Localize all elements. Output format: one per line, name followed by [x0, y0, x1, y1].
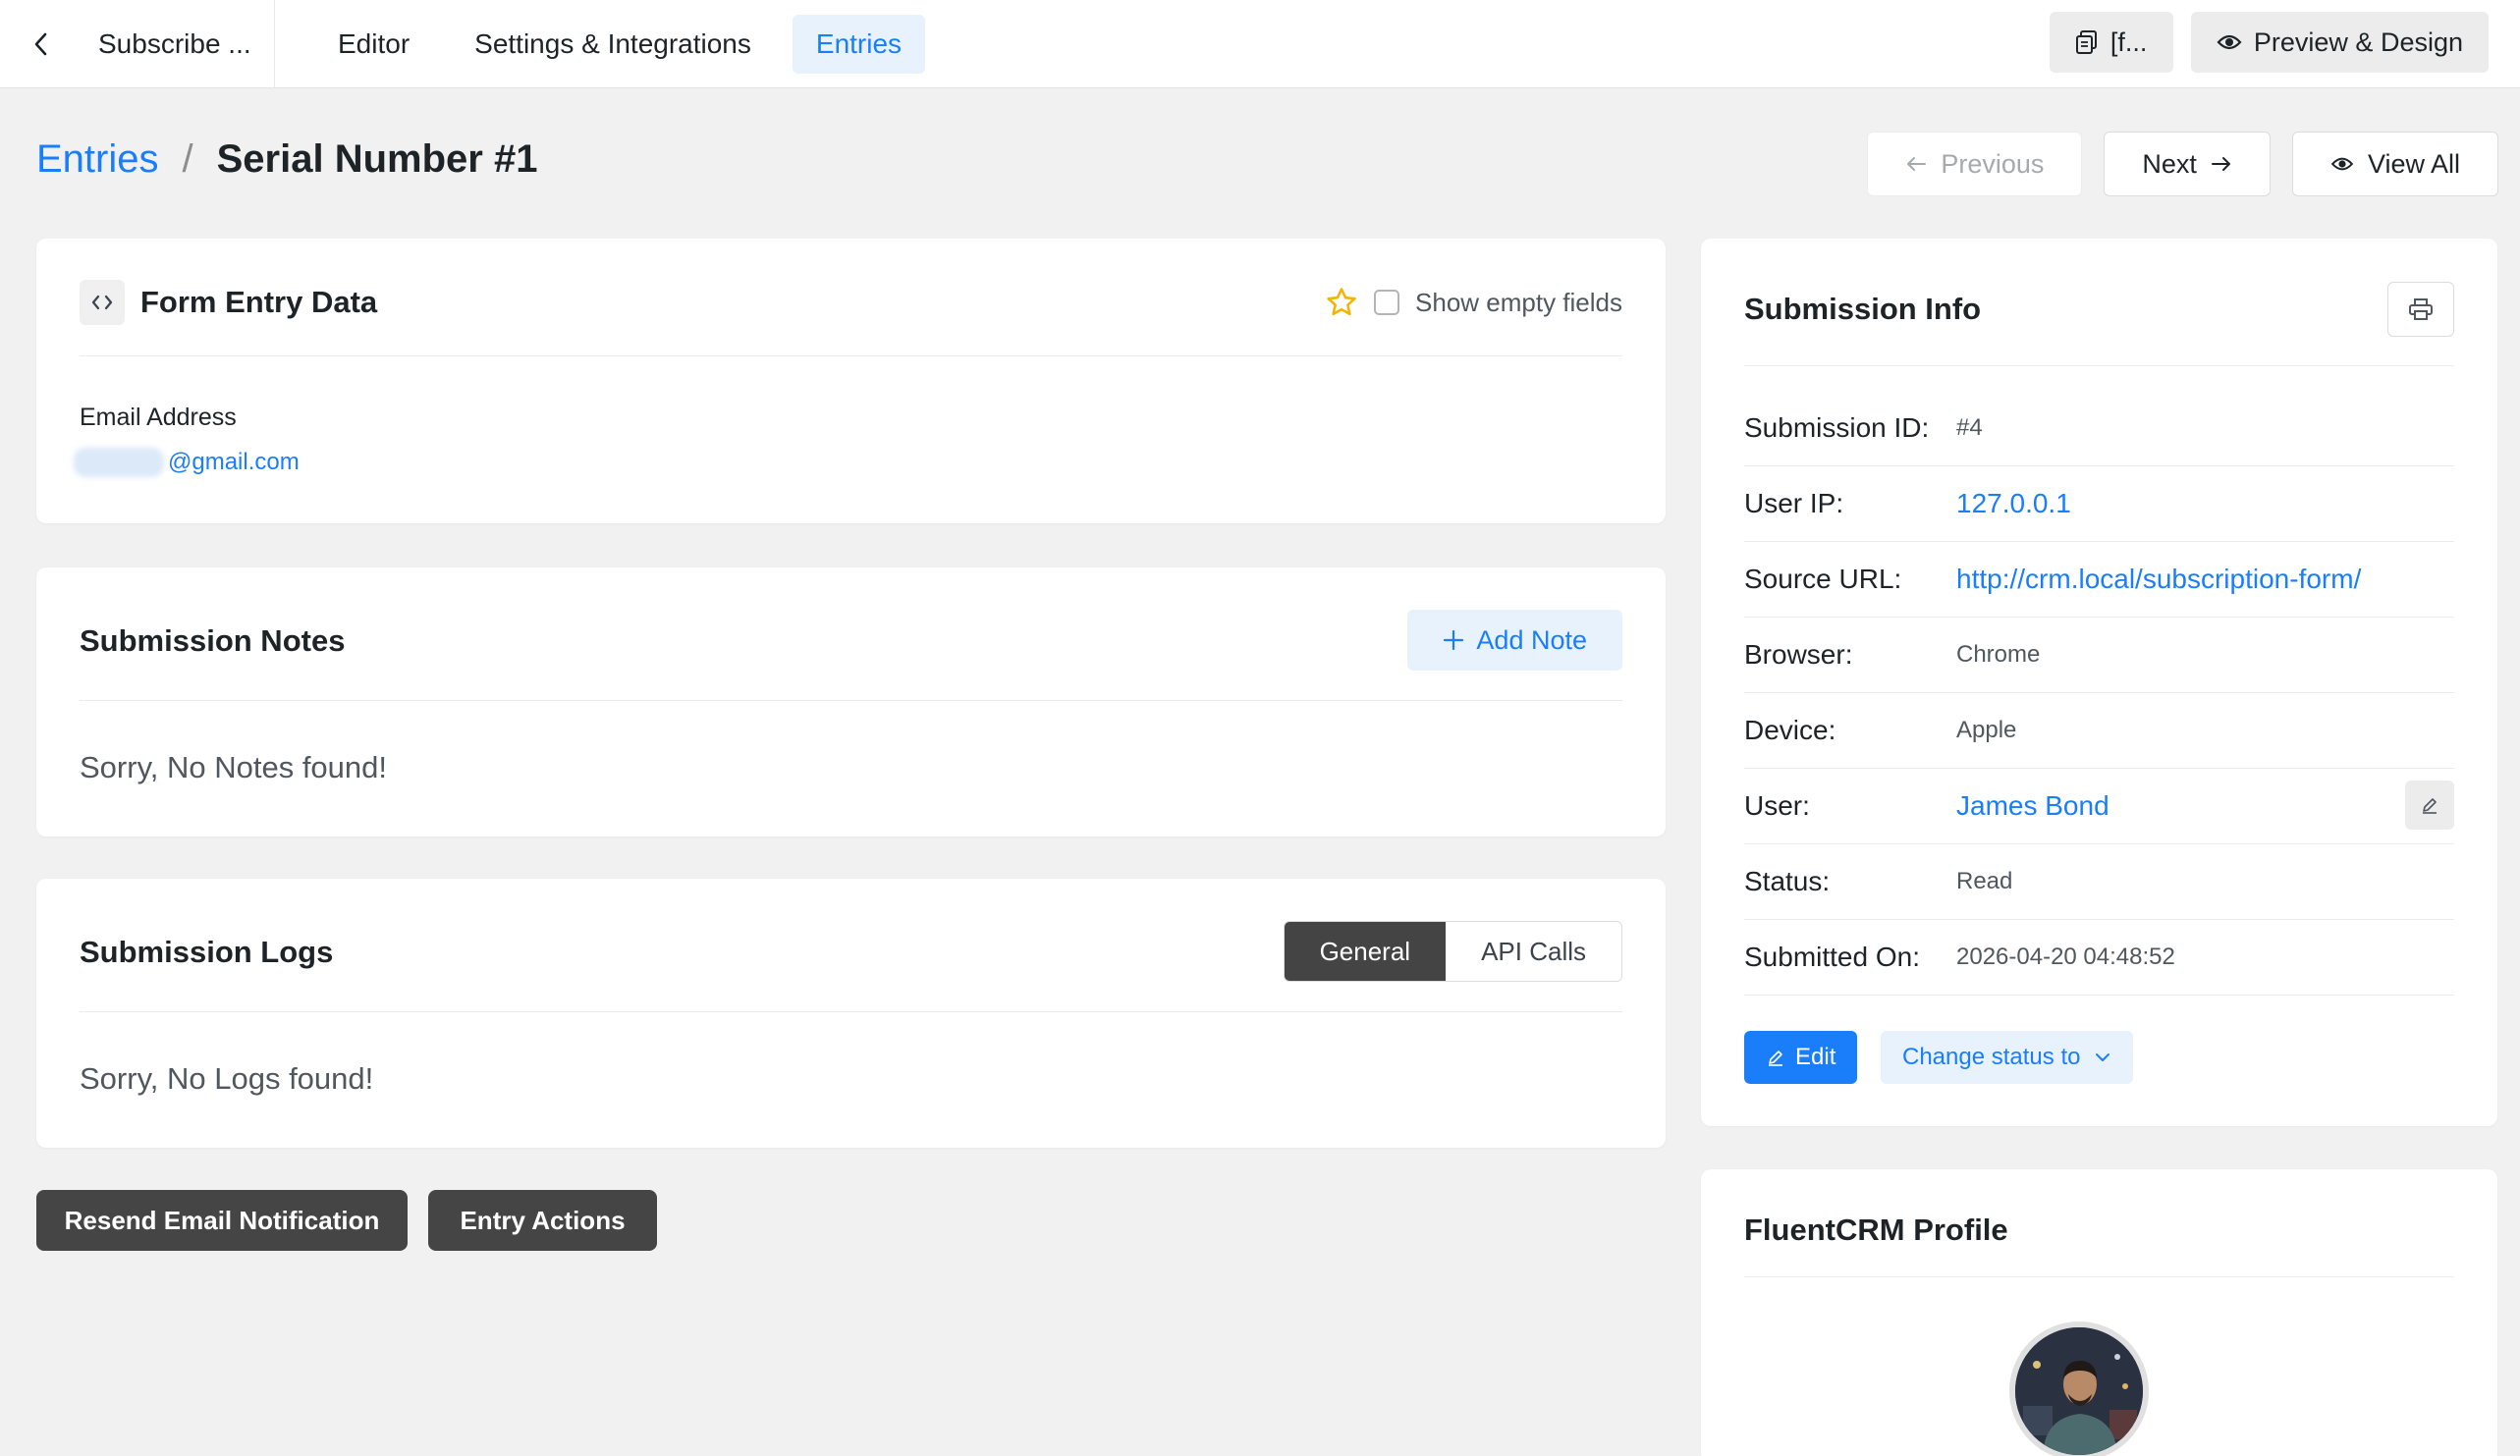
- code-icon: [80, 280, 125, 325]
- change-status-label: Change status to: [1902, 1044, 2081, 1070]
- submission-info-title: Submission Info: [1744, 292, 1982, 326]
- notes-empty-message: Sorry, No Notes found!: [80, 750, 388, 784]
- breadcrumb-entries-link[interactable]: Entries: [36, 137, 159, 182]
- tab-api-calls[interactable]: API Calls: [1446, 922, 1621, 981]
- star-icon[interactable]: [1325, 286, 1358, 319]
- form-entry-title: Form Entry Data: [140, 285, 378, 319]
- shortcode-label: [f...: [2109, 27, 2148, 57]
- pencil-icon: [2423, 798, 2437, 814]
- fluentcrm-profile-card: FluentCRM Profile: [1701, 1169, 2497, 1456]
- preview-design-label: Preview & Design: [2253, 27, 2463, 57]
- entry-pager: Previous Next View All: [1867, 132, 2498, 196]
- show-empty-checkbox[interactable]: [1374, 290, 1400, 315]
- edit-user-button[interactable]: [2405, 781, 2454, 830]
- top-right-actions: [f... Preview & Design: [2049, 12, 2489, 73]
- tab-editor[interactable]: Editor: [314, 15, 433, 74]
- logs-tab-switch: General API Calls: [1283, 921, 1622, 982]
- browser-value: Chrome: [1956, 641, 2041, 668]
- submission-logs-card: Submission Logs General API Calls Sorry,…: [36, 879, 1666, 1148]
- view-all-label: View All: [2367, 148, 2460, 179]
- fluentcrm-profile-title: FluentCRM Profile: [1744, 1213, 2008, 1247]
- info-row-browser: Browser: Chrome: [1744, 618, 2454, 693]
- info-row-device: Device: Apple: [1744, 693, 2454, 769]
- top-nav-bar: Subscribe ... Editor Settings & Integrat…: [0, 0, 2520, 88]
- user-ip-label: User IP:: [1744, 488, 1844, 518]
- email-value-link[interactable]: @gmail.com: [168, 449, 300, 476]
- user-label: User:: [1744, 790, 1810, 821]
- submitted-on-label: Submitted On:: [1744, 942, 1920, 972]
- avatar: [2009, 1321, 2149, 1456]
- tab-entries[interactable]: Entries: [792, 14, 926, 74]
- tab-settings-integrations[interactable]: Settings & Integrations: [451, 15, 775, 74]
- view-all-button[interactable]: View All: [2291, 132, 2498, 196]
- arrow-right-icon: [2211, 157, 2230, 171]
- device-label: Device:: [1744, 715, 1836, 745]
- info-row-user-ip: User IP: 127.0.0.1: [1744, 466, 2454, 542]
- info-row-user: User: James Bond: [1744, 769, 2454, 844]
- form-entry-options: Show empty fields: [1325, 286, 1622, 319]
- chevron-left-icon: [34, 32, 47, 55]
- info-row-status: Status: Read: [1744, 844, 2454, 920]
- copy-icon: [2075, 30, 2097, 54]
- email-field-label: Email Address: [80, 404, 237, 431]
- pencil-icon: [1769, 1051, 1782, 1066]
- submission-notes-title: Submission Notes: [80, 623, 346, 658]
- show-empty-label[interactable]: Show empty fields: [1415, 288, 1622, 318]
- user-ip-link[interactable]: 127.0.0.1: [1956, 488, 2071, 519]
- device-value: Apple: [1956, 717, 2017, 743]
- add-note-button[interactable]: Add Note: [1407, 610, 1622, 671]
- add-note-label: Add Note: [1476, 624, 1587, 655]
- breadcrumb-separator: /: [182, 137, 193, 181]
- email-field-value: @gmail.com: [74, 448, 300, 477]
- submission-info-card: Submission Info Submission ID: #4 User I…: [1701, 239, 2497, 1126]
- source-url-link[interactable]: http://crm.local/subscription-form/: [1956, 564, 2361, 595]
- next-button[interactable]: Next: [2104, 132, 2271, 196]
- plus-icon: [1444, 629, 1464, 651]
- resend-email-button[interactable]: Resend Email Notification: [36, 1190, 408, 1251]
- info-row-source-url: Source URL: http://crm.local/subscriptio…: [1744, 542, 2454, 618]
- form-entry-header: Form Entry Data: [80, 280, 377, 325]
- chevron-down-icon: [2096, 1053, 2110, 1061]
- submission-info-divider: [1744, 365, 2454, 366]
- print-button[interactable]: [2387, 282, 2454, 337]
- page-title: Serial Number #1: [216, 137, 538, 181]
- form-entry-card: Form Entry Data Show empty fields Email …: [36, 239, 1666, 523]
- arrow-left-icon: [1907, 157, 1927, 171]
- tab-general[interactable]: General: [1284, 922, 1447, 981]
- submission-id-value: #4: [1956, 414, 1983, 441]
- logs-empty-message: Sorry, No Logs found!: [80, 1061, 374, 1096]
- edit-button[interactable]: Edit: [1744, 1031, 1858, 1084]
- change-status-button[interactable]: Change status to: [1881, 1031, 2134, 1084]
- submission-id-label: Submission ID:: [1744, 412, 1930, 443]
- nav-tabs: Editor Settings & Integrations Entries: [314, 14, 926, 74]
- status-value: Read: [1956, 868, 2013, 894]
- preview-design-button[interactable]: Preview & Design: [2190, 12, 2489, 73]
- status-label: Status:: [1744, 866, 1831, 896]
- shortcode-button[interactable]: [f...: [2049, 12, 2173, 73]
- logs-divider: [80, 1011, 1622, 1012]
- eye-icon: [2217, 34, 2242, 50]
- back-button[interactable]: [0, 0, 82, 88]
- notes-divider: [80, 700, 1622, 701]
- browser-label: Browser:: [1744, 639, 1853, 670]
- user-link[interactable]: James Bond: [1956, 790, 2109, 822]
- form-title: Subscribe ...: [82, 0, 275, 88]
- form-entry-divider: [80, 355, 1622, 356]
- submission-notes-card: Submission Notes Add Note Sorry, No Note…: [36, 567, 1666, 836]
- next-label: Next: [2142, 148, 2197, 179]
- info-row-submission-id: Submission ID: #4: [1744, 391, 2454, 466]
- submitted-on-value: 2026-04-20 04:48:52: [1956, 944, 2175, 970]
- edit-label: Edit: [1795, 1044, 1836, 1070]
- entry-actions-button[interactable]: Entry Actions: [428, 1190, 657, 1251]
- submission-logs-title: Submission Logs: [80, 935, 334, 969]
- printer-icon: [2409, 298, 2433, 320]
- info-row-submitted-on: Submitted On: 2026-04-20 04:48:52: [1744, 920, 2454, 996]
- fluentcrm-divider: [1744, 1276, 2454, 1277]
- source-url-label: Source URL:: [1744, 564, 1902, 594]
- eye-icon: [2330, 157, 2354, 171]
- redacted-block: [74, 448, 164, 477]
- previous-button[interactable]: Previous: [1867, 132, 2083, 196]
- breadcrumb: Entries / Serial Number #1: [36, 137, 537, 182]
- previous-label: Previous: [1941, 148, 2045, 179]
